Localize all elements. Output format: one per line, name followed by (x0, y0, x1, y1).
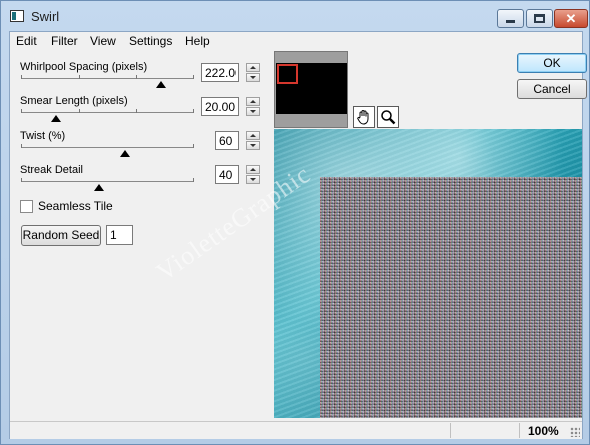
maximize-icon (534, 14, 545, 23)
spin-up-icon[interactable] (246, 131, 260, 140)
streak-detail-slider[interactable] (21, 178, 194, 182)
close-icon: ✕ (565, 11, 577, 26)
spin-down-icon[interactable] (246, 141, 260, 150)
dialog-client-area: Edit Filter View Settings Help Whirlpool… (9, 31, 587, 439)
random-seed-input[interactable] (106, 225, 133, 245)
preview-noise-image (320, 177, 582, 418)
spin-down-icon[interactable] (246, 73, 260, 82)
smear-length-input[interactable] (201, 97, 239, 116)
menu-bar: Edit Filter View Settings Help (10, 32, 582, 51)
menu-help[interactable]: Help (185, 34, 210, 48)
spin-up-icon[interactable] (246, 63, 260, 72)
resize-grip-icon[interactable] (570, 427, 580, 437)
hand-tool-button[interactable] (353, 106, 375, 128)
close-button[interactable]: ✕ (554, 9, 588, 28)
twist-input[interactable] (215, 131, 239, 150)
ok-button[interactable]: OK (517, 53, 587, 73)
smear-length-label: Smear Length (pixels) (20, 95, 128, 107)
swirl-dialog-window: Swirl ✕ Edit Filter View Settings Help W… (0, 0, 590, 445)
twist-slider[interactable] (21, 144, 194, 148)
whirlpool-spacing-spinner[interactable] (246, 63, 260, 82)
seamless-tile-label: Seamless Tile (38, 199, 113, 213)
minimize-button[interactable] (497, 9, 524, 28)
whirlpool-spacing-input[interactable] (201, 63, 239, 82)
zoom-tool-button[interactable] (377, 106, 399, 128)
cancel-button[interactable]: Cancel (517, 79, 587, 99)
menu-filter[interactable]: Filter (51, 34, 78, 48)
streak-detail-thumb[interactable] (93, 184, 104, 191)
smear-length-spinner[interactable] (246, 97, 260, 116)
twist-thumb[interactable] (119, 150, 130, 157)
navigator-view-rect[interactable] (277, 64, 298, 84)
zoom-level: 100% (528, 424, 559, 438)
maximize-button[interactable] (526, 9, 553, 28)
smear-length-thumb[interactable] (50, 115, 61, 122)
menu-edit[interactable]: Edit (16, 34, 37, 48)
random-seed-button[interactable]: Random Seed (21, 225, 101, 246)
whirlpool-spacing-label: Whirlpool Spacing (pixels) (20, 61, 148, 73)
spin-down-icon[interactable] (246, 175, 260, 184)
status-bar: 100% (10, 421, 582, 439)
spin-up-icon[interactable] (246, 97, 260, 106)
minimize-icon (506, 20, 515, 23)
streak-detail-label: Streak Detail (20, 164, 83, 176)
hand-icon (357, 110, 369, 125)
smear-length-slider[interactable] (21, 109, 194, 113)
spin-down-icon[interactable] (246, 107, 260, 116)
twist-spinner[interactable] (246, 131, 260, 150)
menu-settings[interactable]: Settings (129, 34, 172, 48)
app-icon (10, 10, 24, 22)
title-bar[interactable]: Swirl ✕ (1, 1, 589, 31)
menu-view[interactable]: View (90, 34, 116, 48)
navigator-thumbnail[interactable] (274, 51, 348, 128)
preview-pane[interactable] (274, 129, 582, 418)
whirlpool-spacing-slider[interactable] (21, 75, 194, 79)
streak-detail-spinner[interactable] (246, 165, 260, 184)
twist-label: Twist (%) (20, 130, 66, 142)
seamless-tile-checkbox[interactable] (20, 200, 33, 213)
window-title: Swirl (31, 9, 60, 24)
magnifier-icon (381, 110, 396, 125)
whirlpool-spacing-thumb[interactable] (156, 81, 167, 88)
spin-up-icon[interactable] (246, 165, 260, 174)
streak-detail-input[interactable] (215, 165, 239, 184)
